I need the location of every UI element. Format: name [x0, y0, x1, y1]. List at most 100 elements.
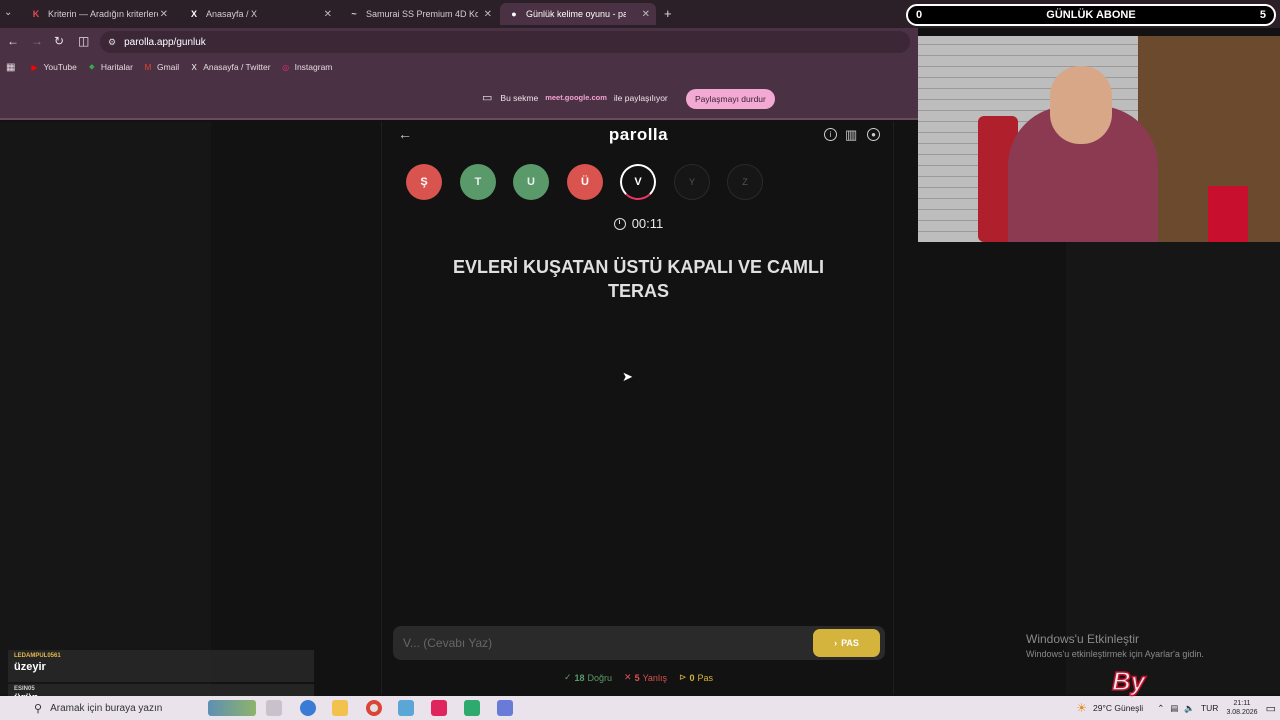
- webcam-feed: [918, 36, 1280, 242]
- timer-value: 00:11: [631, 216, 664, 231]
- answer-input[interactable]: [403, 634, 803, 652]
- language-indicator[interactable]: TUR: [1201, 703, 1218, 713]
- close-icon[interactable]: ✕: [642, 9, 650, 20]
- chevron-up-icon[interactable]: ⌃: [1157, 703, 1164, 714]
- close-icon[interactable]: ✕: [160, 9, 168, 20]
- wrong-count: 5: [634, 672, 640, 683]
- weather-text[interactable]: 29°C Güneşli: [1093, 703, 1143, 713]
- cross-icon: ✕: [624, 672, 632, 682]
- tab-search-chevron-icon[interactable]: ⌄: [4, 7, 12, 18]
- chrome-icon[interactable]: [366, 700, 382, 716]
- app-icon[interactable]: [497, 700, 513, 716]
- taskbar-search-placeholder: Aramak için buraya yazın: [50, 702, 163, 714]
- site-info-icon[interactable]: ⚙: [108, 37, 116, 48]
- bookmark-instagram[interactable]: ◎ Instagram: [281, 62, 333, 72]
- new-tab-button[interactable]: +: [664, 6, 672, 21]
- bookmark-gmail[interactable]: M Gmail: [143, 62, 180, 72]
- widget-icon[interactable]: [208, 700, 256, 716]
- search-icon: ⚲: [34, 702, 43, 715]
- parolla-icon: ●: [511, 9, 517, 19]
- bookmark-label: Gmail: [156, 62, 180, 72]
- share-suffix: ile paylaşılıyor: [613, 92, 668, 103]
- letter-circle: Ş: [406, 164, 442, 200]
- letter-circle: Z: [727, 164, 763, 200]
- share-prefix: Bu sekme: [500, 92, 539, 103]
- chat-username: LEDAMPUL0561: [14, 653, 61, 659]
- sidepanel-icon[interactable]: ◫: [78, 34, 89, 48]
- edge-icon[interactable]: [300, 700, 316, 716]
- letter-circle: T: [460, 164, 496, 200]
- task-view-icon[interactable]: [266, 700, 282, 716]
- tab-twitter[interactable]: X Anasayfa / X ✕: [180, 3, 338, 25]
- x-logo-icon: X: [190, 9, 197, 19]
- tab-title: Kriterin — Aradığın kriterlere k: [48, 9, 158, 19]
- parolla-logo: parolla: [608, 125, 669, 144]
- maps-pin-icon: ⬥: [89, 62, 95, 71]
- pass-button[interactable]: › PAS: [813, 629, 880, 657]
- system-tray: ☀ 29°C Güneşli ⌃ ▤ 🔈 TUR 21:11 3.08.2026…: [1076, 696, 1276, 720]
- screen-share-icon: ▭: [482, 92, 493, 104]
- tab-samurai[interactable]: ~ Samurai SS Premium 4D Kolçak ✕: [340, 3, 498, 25]
- network-icon[interactable]: ▤: [1170, 703, 1178, 714]
- question-text: EVLERİ KUŞATAN ÜSTÜ KAPALI VE CAMLI TERA…: [452, 257, 824, 301]
- tab-parolla[interactable]: ● Günlük kelime oyunu - par ✕: [500, 3, 656, 25]
- right-panel: [1066, 242, 1280, 694]
- share-host: meet.google.com: [545, 93, 607, 102]
- bookmarks-bar: ▦ ▶ YouTube ⬥ Haritalar M Gmail X Anasay…: [0, 56, 918, 78]
- letter-circle-current: V: [620, 164, 656, 200]
- tab-title: Günlük kelime oyunu - par: [526, 9, 626, 19]
- wrong-stat: ✕ 5 Yanlış: [624, 672, 667, 683]
- sharing-message: ▭ Bu sekme meet.google.com ile paylaşılı…: [482, 91, 668, 104]
- app-icon[interactable]: [398, 700, 414, 716]
- game-area: ← parolla i ▥ ● Ş T U Ü V Y Z 00:11 EVLE…: [381, 122, 894, 694]
- file-explorer-icon[interactable]: [332, 700, 348, 716]
- bookmark-maps[interactable]: ⬥ Haritalar: [87, 62, 133, 72]
- tab-kriterin[interactable]: K Kriterin — Aradığın kriterlere k ✕: [22, 3, 174, 25]
- tab-title: Anasayfa / X: [206, 9, 258, 19]
- taskbar-clock[interactable]: 21:11 3.08.2026: [1226, 699, 1257, 717]
- pass-stat-label: Pas: [697, 672, 714, 683]
- timer: 00:11: [382, 216, 895, 231]
- pass-count: 0: [689, 672, 695, 683]
- skip-icon: ⊳: [678, 672, 687, 682]
- notification-icon[interactable]: ▭: [1266, 702, 1276, 715]
- mouse-cursor-icon: ➤: [622, 369, 633, 384]
- back-icon[interactable]: ←: [7, 34, 19, 48]
- info-icon[interactable]: i: [824, 128, 837, 141]
- score-stats: ✓ 18 Doğru ✕ 5 Yanlış ⊳ 0 Pas: [382, 672, 895, 683]
- weather-sun-icon: ☀: [1076, 701, 1088, 715]
- clock-date: 3.08.2026: [1226, 709, 1258, 716]
- samurai-icon: ~: [351, 9, 357, 19]
- left-panel: [0, 122, 211, 694]
- volume-icon[interactable]: 🔈: [1184, 703, 1195, 714]
- clock-time: 21:11: [1233, 700, 1251, 707]
- forward-icon[interactable]: →: [31, 34, 43, 48]
- reload-icon[interactable]: ↻: [54, 34, 64, 48]
- apps-grid-icon[interactable]: ▦: [6, 62, 15, 73]
- app-icon[interactable]: [464, 700, 480, 716]
- youtube-icon: ▶: [31, 62, 38, 72]
- answer-box: › PAS: [393, 626, 885, 660]
- close-icon[interactable]: ✕: [324, 9, 332, 20]
- activation-subtitle: Windows'u etkinleştirmek için Ayarlar'a …: [1026, 649, 1204, 659]
- x-logo-icon: X: [191, 62, 197, 72]
- pass-label: PAS: [841, 638, 859, 648]
- clock-icon: [613, 217, 626, 230]
- profile-icon[interactable]: ●: [867, 128, 880, 141]
- chat-message: LEDAMPUL0561 üzeyir: [8, 650, 314, 682]
- stop-sharing-button[interactable]: Paylaşmayı durdur: [686, 89, 775, 109]
- correct-label: Doğru: [587, 672, 613, 683]
- counter-right: 5: [1259, 9, 1266, 21]
- counter-title: GÜNLÜK ABONE: [1046, 9, 1136, 21]
- bookmark-twitter[interactable]: X Anasayfa / Twitter: [189, 62, 271, 72]
- check-icon: ✓: [563, 672, 572, 682]
- stats-chart-icon[interactable]: ▥: [845, 127, 857, 143]
- subscriber-counter-bar: 0 GÜNLÜK ABONE 5: [906, 4, 1276, 26]
- close-icon[interactable]: ✕: [484, 9, 492, 20]
- bookmark-youtube[interactable]: ▶ YouTube: [29, 62, 76, 72]
- app-icon[interactable]: [431, 700, 447, 716]
- bookmark-label: Haritalar: [100, 62, 133, 72]
- wrong-label: Yanlış: [642, 672, 667, 683]
- bookmark-label: Instagram: [294, 62, 333, 72]
- url-bar[interactable]: ⚙ parolla.app/gunluk: [100, 31, 910, 53]
